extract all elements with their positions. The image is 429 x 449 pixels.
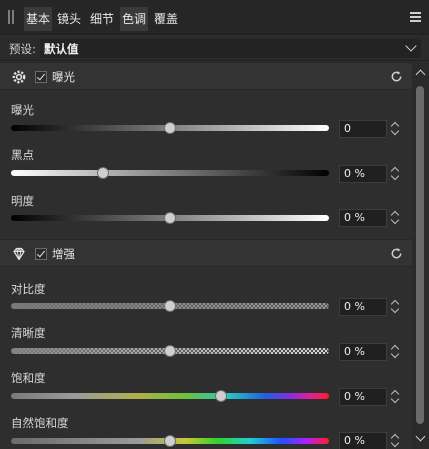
- brightness-label: 明度: [11, 194, 34, 208]
- saturation-slider[interactable]: [11, 390, 329, 402]
- contrast-slider[interactable]: [11, 300, 329, 312]
- stepper-down-icon[interactable]: [390, 171, 400, 181]
- section-header-enhance[interactable]: 增强: [0, 239, 412, 267]
- exposure-value-field[interactable]: 0: [339, 120, 387, 138]
- stepper-down-icon[interactable]: [390, 349, 400, 359]
- adjustments-panel: 曝光 曝光 0 黑点 0 % 明度 0 % 增强 对比度 0 % 清晰度 0 %…: [0, 62, 412, 449]
- saturation-stepper[interactable]: [389, 388, 402, 406]
- brightness-value-field[interactable]: 0 %: [339, 209, 387, 227]
- reset-icon[interactable]: [390, 247, 403, 260]
- preset-label: 预设:: [9, 42, 36, 56]
- reset-icon[interactable]: [390, 70, 403, 83]
- clarity-label: 清晰度: [11, 326, 46, 340]
- tab-overlay[interactable]: 覆盖: [152, 7, 180, 31]
- vertical-scrollbar[interactable]: [412, 62, 429, 449]
- clarity-slider-thumb[interactable]: [164, 345, 176, 357]
- drag-handle-icon[interactable]: [8, 10, 14, 24]
- clarity-stepper[interactable]: [389, 343, 402, 361]
- tab-detail[interactable]: 细节: [88, 7, 116, 31]
- black-point-label: 黑点: [11, 148, 34, 162]
- preset-row: 预设: 默认值: [0, 36, 429, 61]
- exposure-enable-checkbox[interactable]: [35, 71, 47, 83]
- panel-menu-icon[interactable]: [410, 11, 422, 23]
- preset-value: 默认值: [44, 42, 79, 56]
- scrollbar-thumb[interactable]: [416, 86, 424, 424]
- diamond-icon: [13, 247, 25, 261]
- contrast-label: 对比度: [11, 282, 46, 296]
- brightness-slider-thumb[interactable]: [164, 212, 176, 224]
- tab-tone[interactable]: 色调: [120, 7, 149, 31]
- saturation-slider-thumb[interactable]: [214, 390, 227, 402]
- stepper-down-icon[interactable]: [390, 215, 400, 225]
- preset-dropdown[interactable]: 默认值: [40, 39, 421, 58]
- scroll-down-icon[interactable]: [415, 431, 426, 442]
- contrast-value-field[interactable]: 0 %: [339, 298, 387, 316]
- section-header-exposure[interactable]: 曝光: [0, 62, 412, 90]
- scroll-up-icon[interactable]: [415, 69, 426, 80]
- chevron-down-icon: [405, 40, 417, 52]
- exposure-slider[interactable]: [11, 122, 329, 134]
- tab-lens[interactable]: 镜头: [55, 7, 83, 31]
- contrast-slider-thumb[interactable]: [164, 300, 176, 312]
- exposure-label: 曝光: [11, 103, 34, 117]
- black-point-value-field[interactable]: 0 %: [339, 165, 387, 183]
- stepper-down-icon[interactable]: [390, 126, 400, 136]
- vibrance-slider-thumb[interactable]: [164, 435, 176, 447]
- tab-basic[interactable]: 基本: [24, 7, 53, 31]
- stepper-down-icon[interactable]: [390, 304, 400, 314]
- clarity-value-field[interactable]: 0 %: [339, 343, 387, 361]
- saturation-value-field[interactable]: 0 %: [339, 388, 387, 406]
- contrast-stepper[interactable]: [389, 298, 402, 316]
- brightness-slider[interactable]: [11, 212, 329, 224]
- exposure-stepper[interactable]: [389, 120, 402, 138]
- clarity-slider[interactable]: [11, 345, 329, 357]
- stepper-down-icon[interactable]: [390, 394, 400, 404]
- black-point-slider-thumb[interactable]: [97, 167, 110, 179]
- saturation-label: 饱和度: [11, 371, 46, 385]
- black-point-stepper[interactable]: [389, 165, 402, 183]
- black-point-slider[interactable]: [11, 167, 329, 179]
- section-title-enhance: 增强: [52, 247, 75, 261]
- stepper-down-icon[interactable]: [390, 438, 400, 448]
- tab-bar: 基本 镜头 细节 色调 覆盖: [0, 0, 429, 35]
- vibrance-stepper[interactable]: [389, 432, 402, 449]
- brightness-stepper[interactable]: [389, 209, 402, 227]
- vibrance-value-field[interactable]: 0 %: [339, 432, 387, 449]
- section-title-exposure: 曝光: [52, 70, 75, 84]
- gear-icon: [12, 70, 26, 84]
- vibrance-label: 自然饱和度: [11, 416, 69, 430]
- enhance-enable-checkbox[interactable]: [35, 248, 47, 260]
- vibrance-slider[interactable]: [11, 435, 329, 447]
- exposure-slider-thumb[interactable]: [164, 122, 176, 134]
